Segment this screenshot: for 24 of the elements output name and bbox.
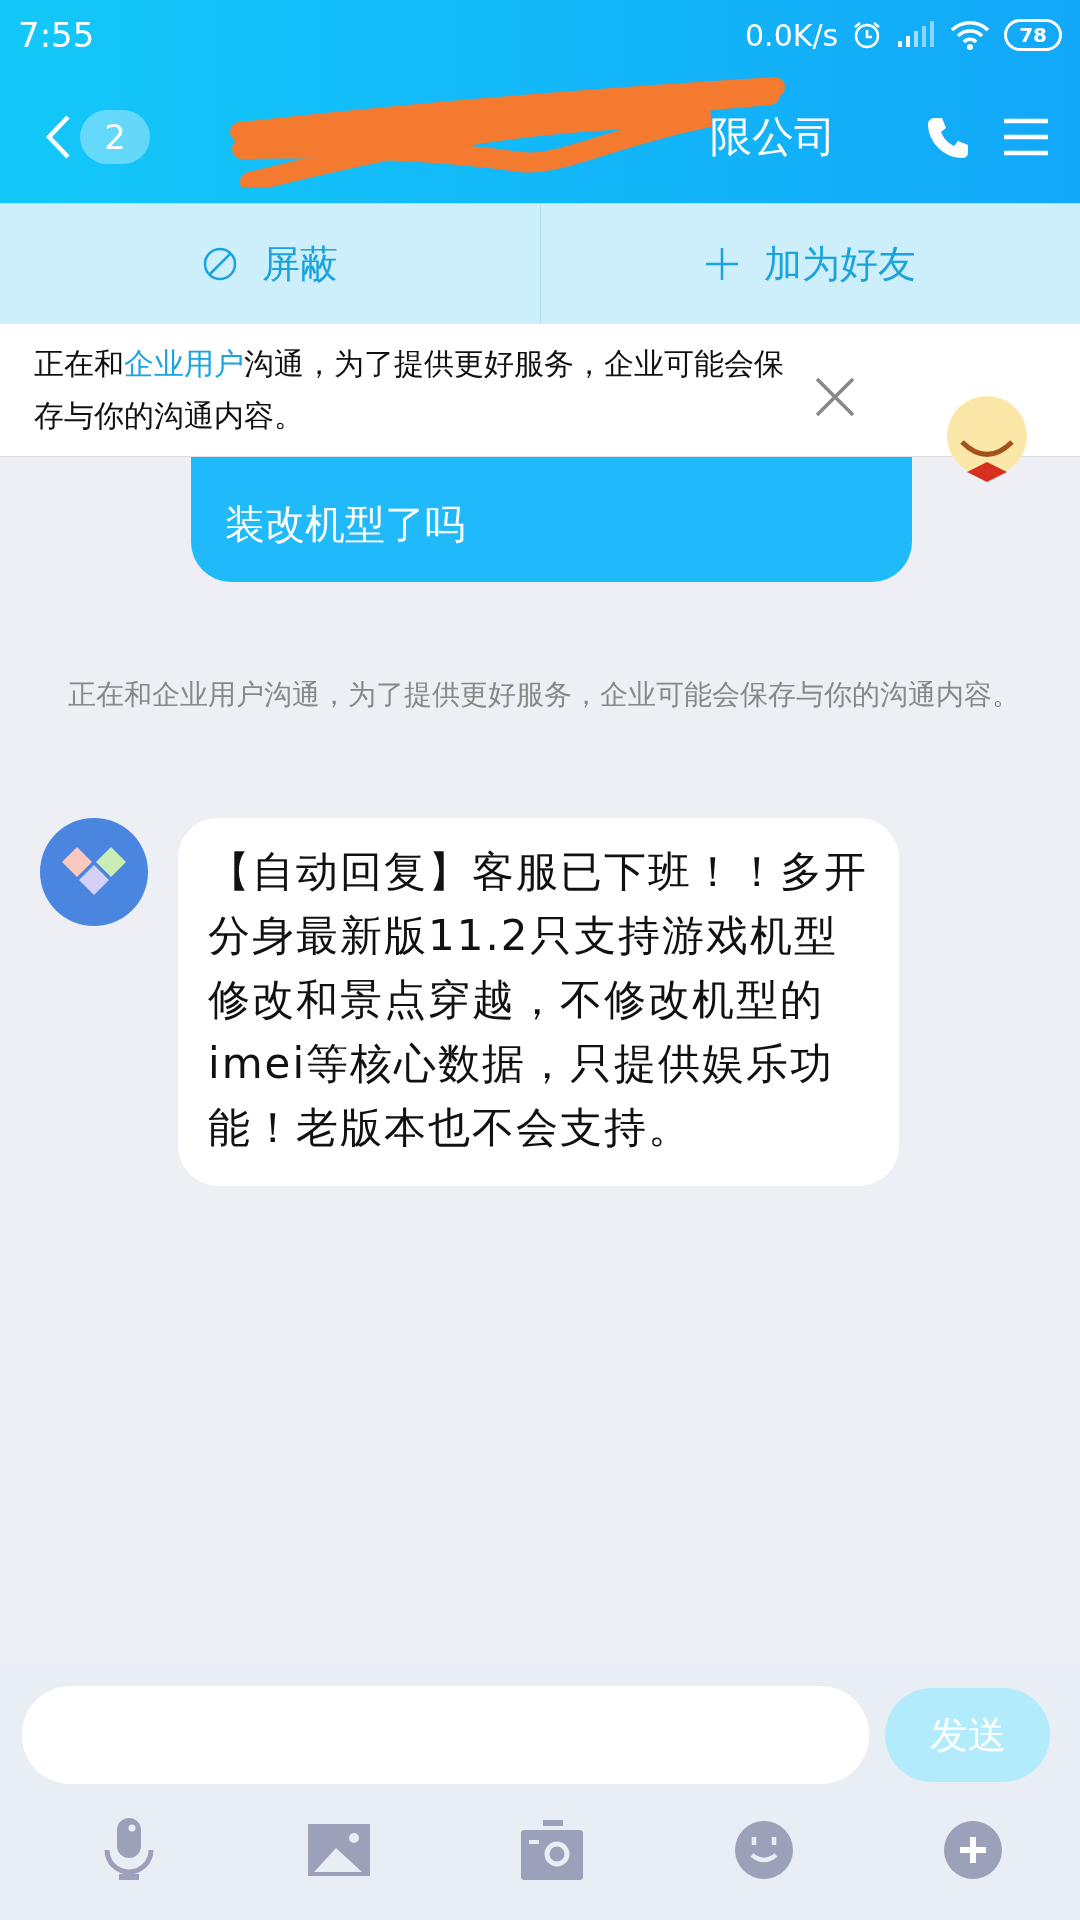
network-speed: 0.0K/s: [745, 17, 839, 53]
received-message: 【自动回复】客服已下班！！多开分身最新版11.2只支持游戏机型修改和景点穿越，不修改机型的imei等核心数据，只提供娱乐功能！老版本也不会支持。: [178, 818, 899, 1186]
add-friend-button[interactable]: 加为好友: [540, 204, 1080, 324]
microphone-icon[interactable]: [102, 1818, 156, 1882]
signal-icon: [896, 21, 937, 49]
emoji-icon[interactable]: [734, 1821, 793, 1879]
wifi-icon: [950, 20, 991, 50]
plus-icon: [704, 246, 741, 282]
menu-icon[interactable]: [1002, 116, 1050, 157]
status-time: 7:55: [18, 15, 95, 55]
plus-icon[interactable]: [944, 1821, 1002, 1879]
send-button[interactable]: 发送: [885, 1688, 1050, 1782]
system-notice: 正在和企业用户沟通，为了提供更好服务，企业可能会保存与你的沟通内容。: [68, 677, 1020, 713]
image-icon[interactable]: [307, 1824, 370, 1876]
block-button[interactable]: 屏蔽: [0, 204, 540, 324]
unread-count: 2: [80, 109, 150, 164]
battery-indicator: 78: [1004, 19, 1062, 51]
camera-icon[interactable]: [521, 1820, 583, 1880]
close-icon[interactable]: [814, 376, 856, 418]
back-button[interactable]: 2: [44, 109, 150, 164]
back-icon: [44, 113, 72, 160]
avatar-icon: [40, 818, 148, 926]
block-icon: [201, 246, 238, 282]
chat-title: 限公司: [710, 110, 836, 163]
